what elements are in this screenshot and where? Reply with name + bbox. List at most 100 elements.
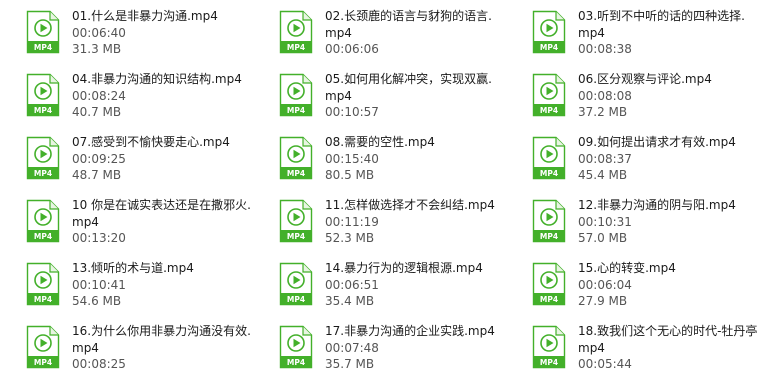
- file-item[interactable]: MP4 18.致我们这个无心的时代-牡丹亭. mp4 00:05:44: [506, 317, 758, 377]
- mp4-badge-label: MP4: [540, 295, 558, 304]
- file-details: 02.长颈鹿的语言与豺狗的语言. mp4 00:06:06: [325, 8, 505, 58]
- file-name: 15.心的转变.mp4: [578, 261, 676, 275]
- mp4-badge-label: MP4: [34, 358, 52, 367]
- file-details: 17.非暴力沟通的企业实践.mp4 00:07:48 35.7 MB: [325, 323, 505, 373]
- file-meta: 00:07:48: [325, 340, 379, 355]
- file-name: 01.什么是非暴力沟通.mp4: [72, 9, 218, 23]
- mp4-file-icon: MP4: [26, 199, 60, 243]
- file-details: 18.致我们这个无心的时代-牡丹亭. mp4 00:05:44: [578, 323, 758, 373]
- mp4-file-icon: MP4: [279, 73, 313, 117]
- file-item[interactable]: MP4 17.非暴力沟通的企业实践.mp4 00:07:48 35.7 MB: [253, 317, 498, 377]
- file-meta: 00:06:06: [325, 42, 379, 56]
- file-details: 13.倾听的术与道.mp4 00:10:41 54.6 MB: [72, 260, 252, 310]
- file-meta: 45.4 MB: [578, 168, 628, 182]
- mp4-badge-label: MP4: [287, 358, 305, 367]
- file-item[interactable]: MP4 07.感受到不愉快要走心.mp4 00:09:25 48.7 MB: [0, 128, 245, 188]
- mp4-file-icon: MP4: [532, 199, 566, 243]
- file-meta: 37.2 MB: [578, 105, 628, 119]
- file-name: mp4: [325, 88, 352, 103]
- mp4-badge-label: MP4: [287, 169, 305, 178]
- mp4-badge-label: MP4: [287, 295, 305, 304]
- file-meta: 00:08:25: [72, 357, 126, 371]
- mp4-file-icon: MP4: [279, 262, 313, 306]
- file-name: 11.怎样做选择才不会纠结.mp4: [325, 198, 495, 212]
- mp4-file-icon: MP4: [26, 73, 60, 117]
- file-name: 07.感受到不愉快要走心.mp4: [72, 135, 230, 149]
- file-meta: 52.3 MB: [325, 231, 375, 245]
- file-name: 04.非暴力沟通的知识结构.mp4: [72, 72, 242, 86]
- file-item[interactable]: MP4 08.需要的空性.mp4 00:15:40 80.5 MB: [253, 128, 498, 188]
- file-item[interactable]: MP4 13.倾听的术与道.mp4 00:10:41 54.6 MB: [0, 254, 245, 314]
- file-name: 18.致我们这个无心的时代-牡丹亭.: [578, 324, 758, 338]
- file-meta: 00:08:24: [72, 88, 126, 103]
- file-item[interactable]: MP4 06.区分观察与评论.mp4 00:08:08 37.2 MB: [506, 65, 751, 125]
- mp4-file-icon: MP4: [279, 136, 313, 180]
- file-meta: 35.7 MB: [325, 357, 375, 371]
- file-name: mp4: [72, 340, 99, 355]
- file-details: 12.非暴力沟通的阴与阳.mp4 00:10:31 57.0 MB: [578, 197, 758, 247]
- file-meta: 00:15:40: [325, 151, 379, 166]
- mp4-badge-label: MP4: [540, 106, 558, 115]
- file-meta: 00:10:57: [325, 105, 379, 119]
- file-item[interactable]: MP4 04.非暴力沟通的知识结构.mp4 00:08:24 40.7 MB: [0, 65, 245, 125]
- file-item[interactable]: MP4 14.暴力行为的逻辑根源.mp4 00:06:51 35.4 MB: [253, 254, 498, 314]
- mp4-badge-label: MP4: [34, 106, 52, 115]
- file-item[interactable]: MP4 15.心的转变.mp4 00:06:04 27.9 MB: [506, 254, 751, 314]
- file-meta: 00:10:31: [578, 214, 632, 229]
- file-name: 17.非暴力沟通的企业实践.mp4: [325, 324, 495, 338]
- mp4-file-icon: MP4: [532, 73, 566, 117]
- mp4-badge-label: MP4: [34, 295, 52, 304]
- mp4-file-icon: MP4: [26, 262, 60, 306]
- mp4-file-icon: MP4: [26, 10, 60, 54]
- file-details: 16.为什么你用非暴力沟通没有效. mp4 00:08:25: [72, 323, 252, 373]
- file-details: 10 你是在诚实表达还是在撒邪火. mp4 00:13:20: [72, 197, 252, 247]
- mp4-file-icon: MP4: [26, 325, 60, 369]
- file-item[interactable]: MP4 09.如何提出请求才有效.mp4 00:08:37 45.4 MB: [506, 128, 751, 188]
- file-item[interactable]: MP4 11.怎样做选择才不会纠结.mp4 00:11:19 52.3 MB: [253, 191, 498, 251]
- file-name: 02.长颈鹿的语言与豺狗的语言.: [325, 9, 492, 23]
- file-meta: 31.3 MB: [72, 42, 122, 56]
- file-item[interactable]: MP4 16.为什么你用非暴力沟通没有效. mp4 00:08:25: [0, 317, 251, 377]
- file-item[interactable]: MP4 01.什么是非暴力沟通.mp4 00:06:40 31.3 MB: [0, 2, 245, 62]
- file-item[interactable]: MP4 03.听到不中听的话的四种选择. mp4 00:08:38: [506, 2, 751, 62]
- mp4-file-icon: MP4: [532, 325, 566, 369]
- file-details: 06.区分观察与评论.mp4 00:08:08 37.2 MB: [578, 71, 758, 121]
- file-meta: 40.7 MB: [72, 105, 122, 119]
- file-meta: 57.0 MB: [578, 231, 628, 245]
- mp4-file-icon: MP4: [532, 262, 566, 306]
- file-details: 08.需要的空性.mp4 00:15:40 80.5 MB: [325, 134, 505, 184]
- file-name: mp4: [325, 25, 352, 40]
- mp4-badge-label: MP4: [540, 169, 558, 178]
- mp4-file-icon: MP4: [532, 136, 566, 180]
- file-name: 09.如何提出请求才有效.mp4: [578, 135, 736, 149]
- mp4-badge-label: MP4: [540, 232, 558, 241]
- file-item[interactable]: MP4 12.非暴力沟通的阴与阳.mp4 00:10:31 57.0 MB: [506, 191, 751, 251]
- file-details: 09.如何提出请求才有效.mp4 00:08:37 45.4 MB: [578, 134, 758, 184]
- file-details: 03.听到不中听的话的四种选择. mp4 00:08:38: [578, 8, 758, 58]
- mp4-badge-label: MP4: [540, 43, 558, 52]
- file-item[interactable]: MP4 10 你是在诚实表达还是在撒邪火. mp4 00:13:20: [0, 191, 251, 251]
- file-details: 11.怎样做选择才不会纠结.mp4 00:11:19 52.3 MB: [325, 197, 505, 247]
- file-item[interactable]: MP4 05.如何用化解冲突，实现双赢. mp4 00:10:57: [253, 65, 498, 125]
- file-name: 10 你是在诚实表达还是在撒邪火.: [72, 198, 251, 212]
- file-meta: 54.6 MB: [72, 294, 122, 308]
- mp4-badge-label: MP4: [540, 358, 558, 367]
- file-details: 01.什么是非暴力沟通.mp4 00:06:40 31.3 MB: [72, 8, 252, 58]
- mp4-file-icon: MP4: [279, 199, 313, 243]
- mp4-badge-label: MP4: [287, 106, 305, 115]
- mp4-badge-label: MP4: [287, 43, 305, 52]
- file-name: 05.如何用化解冲突，实现双赢.: [325, 72, 492, 86]
- file-name: mp4: [72, 214, 99, 229]
- file-meta: 00:13:20: [72, 231, 126, 245]
- mp4-file-icon: MP4: [532, 10, 566, 54]
- file-details: 04.非暴力沟通的知识结构.mp4 00:08:24 40.7 MB: [72, 71, 252, 121]
- file-meta: 00:06:51: [325, 277, 379, 292]
- file-name: 16.为什么你用非暴力沟通没有效.: [72, 324, 251, 338]
- file-details: 05.如何用化解冲突，实现双赢. mp4 00:10:57: [325, 71, 505, 121]
- mp4-badge-label: MP4: [34, 43, 52, 52]
- file-details: 07.感受到不愉快要走心.mp4 00:09:25 48.7 MB: [72, 134, 252, 184]
- mp4-file-icon: MP4: [279, 325, 313, 369]
- file-item[interactable]: MP4 02.长颈鹿的语言与豺狗的语言. mp4 00:06:06: [253, 2, 498, 62]
- file-name: mp4: [578, 25, 605, 40]
- mp4-badge-label: MP4: [34, 232, 52, 241]
